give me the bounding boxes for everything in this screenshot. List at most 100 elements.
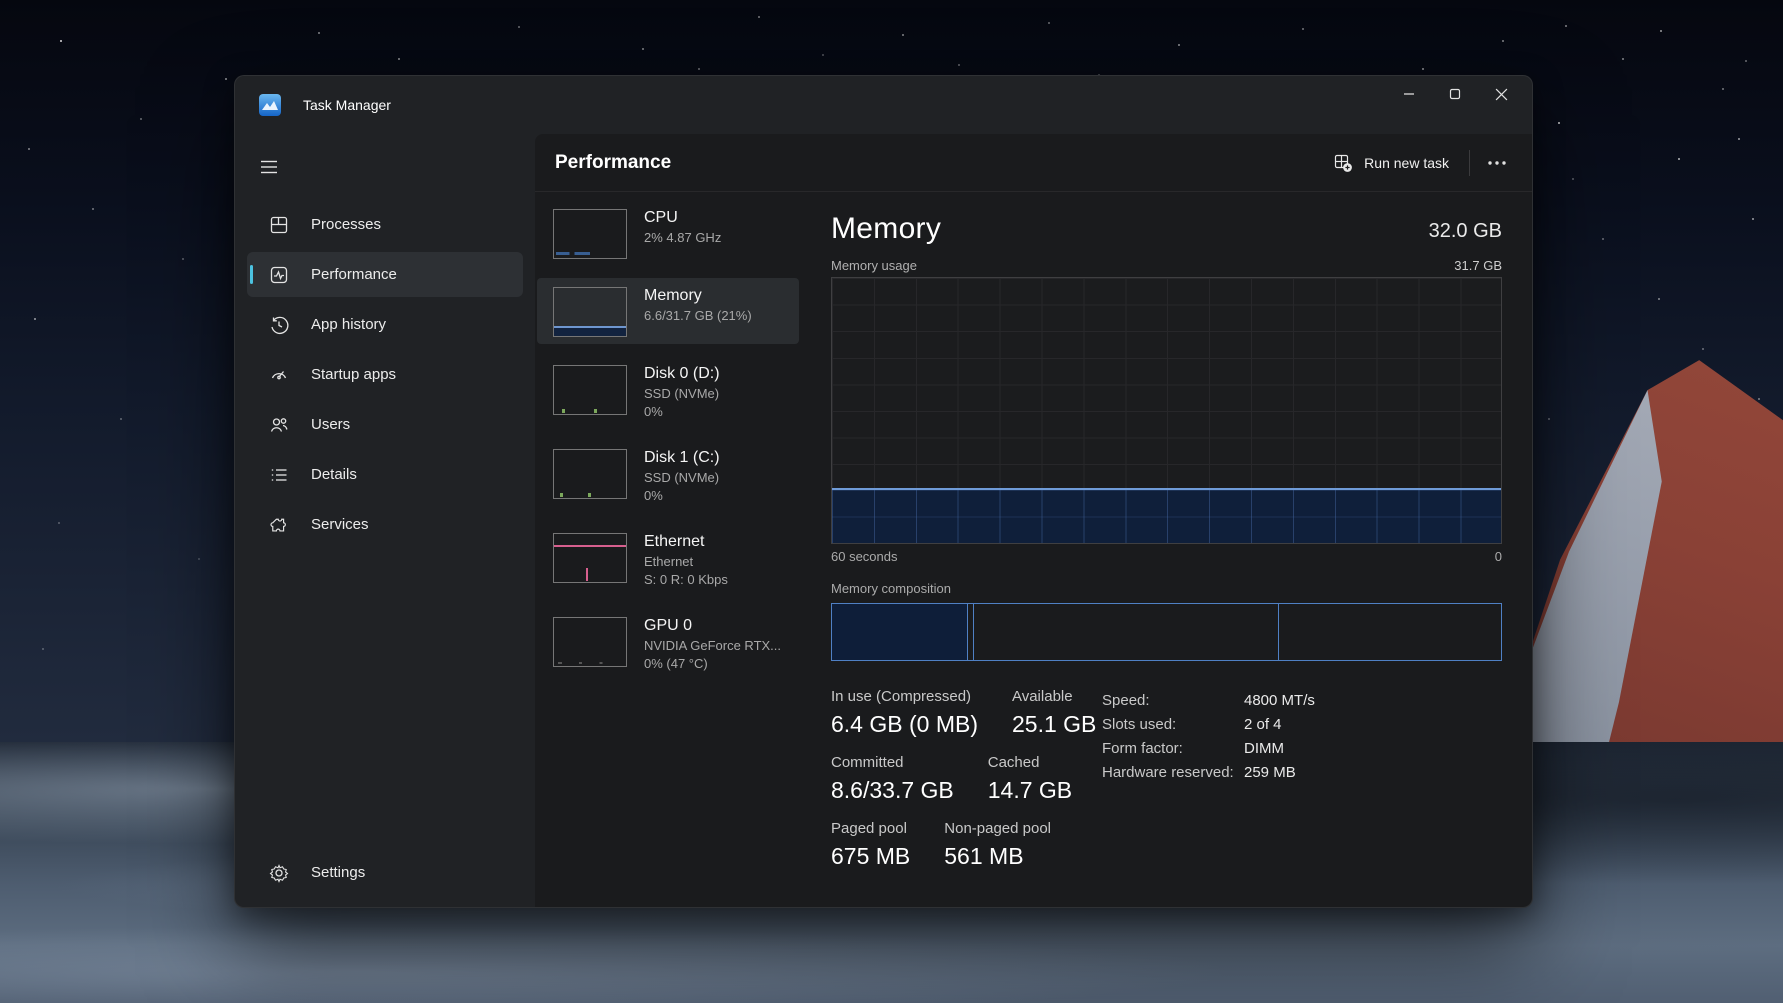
disk-activity-tick [560,493,563,497]
detail-form-factor: Form factor: DIMM [1102,737,1315,761]
sidebar-item-label: Users [311,416,350,433]
page-title: Performance [555,152,671,174]
selected-accent-bar [250,265,253,284]
detail-hardware-reserved: Hardware reserved: 259 MB [1102,761,1315,785]
memory-mini-graph [553,287,627,337]
stat-committed: Committed 8.6/33.7 GB [831,753,954,806]
gpu-mini-graph [553,617,627,667]
memory-scale-max: 31.7 GB [1454,258,1502,273]
run-new-task-icon [1334,154,1353,173]
perf-item-ethernet[interactable]: Ethernet Ethernet S: 0 R: 0 Kbps [537,524,799,596]
graph-time-left: 60 seconds [831,549,898,564]
sidebar-item-processes[interactable]: Processes [247,202,523,247]
composition-standby-segment [974,604,1278,660]
perf-item-name: GPU 0 [644,615,781,637]
memory-usage-fill [832,488,1501,543]
perf-item-type: NVIDIA GeForce RTX... [644,637,781,655]
performance-icon [269,265,289,285]
stat-in-use: In use (Compressed) 6.4 GB (0 MB) [831,687,978,740]
disk-activity-tick [588,493,591,497]
perf-item-stat: 6.6/31.7 GB (21%) [644,307,752,325]
maximize-button[interactable] [1432,76,1478,112]
memory-composition-label: Memory composition [831,581,1502,596]
disk-activity-tick [594,409,597,413]
perf-item-cpu[interactable]: CPU 2% 4.87 GHz [537,200,799,266]
sidebar-item-label: Performance [311,266,397,283]
hamburger-menu-button[interactable] [249,150,289,184]
sidebar-item-startup-apps[interactable]: Startup apps [247,352,523,397]
sidebar-item-services[interactable]: Services [247,502,523,547]
ethernet-mini-graph [553,533,627,583]
perf-item-disk0[interactable]: Disk 0 (D:) SSD (NVMe) 0% [537,356,799,428]
cpu-mini-graph [553,209,627,259]
disk0-mini-graph [553,365,627,415]
sidebar: Processes Performance App history [235,134,535,907]
perf-item-disk1[interactable]: Disk 1 (C:) SSD (NVMe) 0% [537,440,799,512]
sidebar-item-label: Settings [311,864,365,881]
sidebar-item-app-history[interactable]: App history [247,302,523,347]
panel-header: Performance Run new task [535,134,1532,192]
users-icon [269,415,289,435]
stat-paged-pool: Paged pool 675 MB [831,819,910,872]
performance-panel: Performance Run new task [535,134,1532,907]
sidebar-item-label: Startup apps [311,366,396,383]
more-options-button[interactable] [1476,144,1518,182]
cpu-mini-line [556,252,590,255]
perf-item-type: SSD (NVMe) [644,469,720,487]
perf-item-stat: 0% [644,403,720,421]
run-new-task-button[interactable]: Run new task [1320,144,1463,182]
memory-stats: In use (Compressed) 6.4 GB (0 MB) Availa… [831,687,1502,872]
hamburger-icon [260,160,278,174]
settings-gear-icon [269,863,289,883]
desktop: Task Manager [0,0,1783,1003]
perf-item-stat: 2% 4.87 GHz [644,229,721,247]
composition-in-use-segment [832,604,968,660]
sidebar-item-performance[interactable]: Performance [247,252,523,297]
minimize-icon [1403,88,1415,100]
graph-time-right: 0 [1495,549,1502,564]
processes-icon [269,215,289,235]
memory-total: 32.0 GB [1429,220,1502,246]
minimize-button[interactable] [1386,76,1432,112]
app-history-icon [269,315,289,335]
memory-usage-graph [831,277,1502,544]
disk1-mini-graph [553,449,627,499]
sidebar-item-users[interactable]: Users [247,402,523,447]
detail-slots-used: Slots used: 2 of 4 [1102,713,1315,737]
detail-speed: Speed: 4800 MT/s [1102,689,1315,713]
header-divider [1469,150,1470,176]
perf-item-type: SSD (NVMe) [644,385,720,403]
perf-item-gpu0[interactable]: GPU 0 NVIDIA GeForce RTX... 0% (47 °C) [537,608,799,680]
perf-item-name: Disk 0 (D:) [644,363,720,385]
memory-hardware-details: Speed: 4800 MT/s Slots used: 2 of 4 Form… [1102,689,1315,785]
perf-item-name: CPU [644,207,721,229]
close-icon [1495,88,1508,101]
run-new-task-label: Run new task [1364,155,1449,171]
wallpaper-stars [0,0,2,2]
sidebar-item-settings[interactable]: Settings [247,850,523,895]
perf-item-name: Ethernet [644,531,728,553]
task-manager-app-icon [259,94,281,116]
details-icon [269,465,289,485]
memory-mini-fill [554,326,626,336]
titlebar[interactable]: Task Manager [235,76,1532,134]
window-controls [1386,76,1524,112]
services-icon [269,515,289,535]
performance-resource-list: CPU 2% 4.87 GHz Memory 6.6/31.7 GB (21%) [537,200,799,680]
perf-item-stat: 0% [644,487,720,505]
sidebar-item-details[interactable]: Details [247,452,523,497]
perf-item-type: Ethernet [644,553,728,571]
gpu-mini-activity [558,662,610,664]
perf-item-name: Disk 1 (C:) [644,447,720,469]
sidebar-item-label: Services [311,516,369,533]
perf-item-name: Memory [644,285,752,307]
sidebar-item-label: App history [311,316,386,333]
close-button[interactable] [1478,76,1524,112]
more-options-icon [1488,161,1506,165]
stat-cached: Cached 14.7 GB [988,753,1072,806]
task-manager-window: Task Manager [234,75,1533,908]
startup-apps-icon [269,365,289,385]
ethernet-mini-line [554,545,626,547]
perf-item-memory[interactable]: Memory 6.6/31.7 GB (21%) [537,278,799,344]
perf-item-stat: S: 0 R: 0 Kbps [644,571,728,589]
